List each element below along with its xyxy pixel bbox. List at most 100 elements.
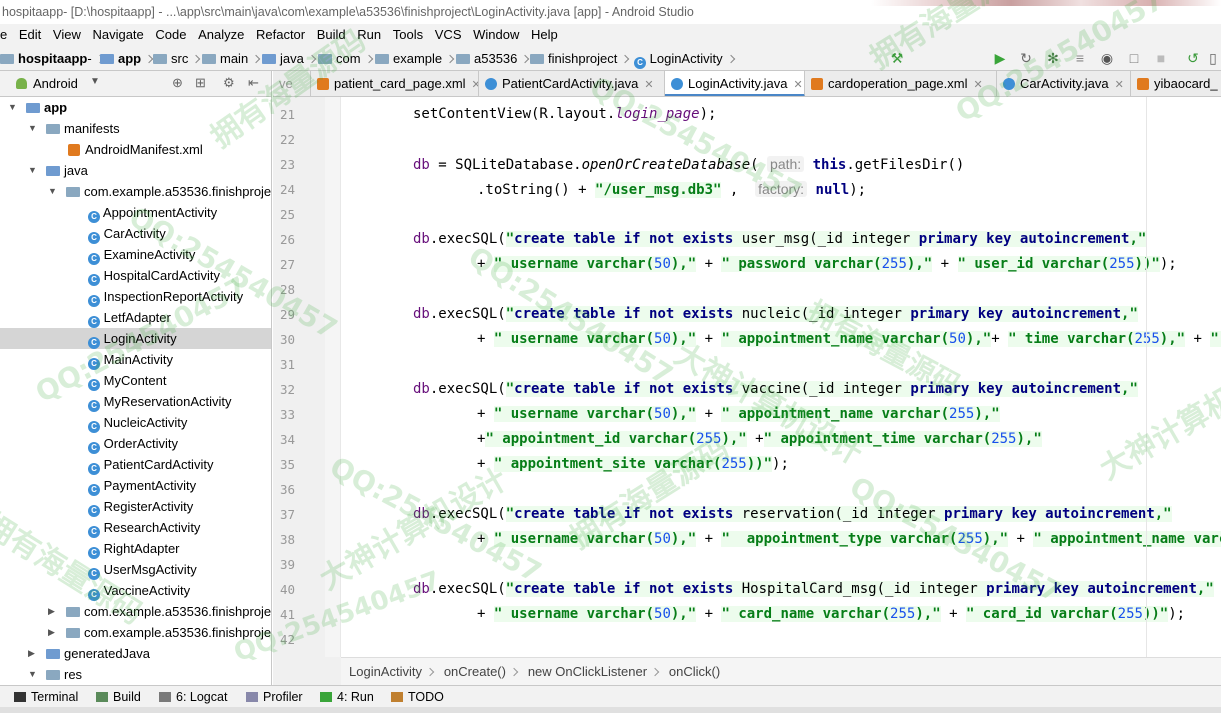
tree-node-res[interactable]: ▼ res xyxy=(0,664,271,685)
collapse-all-icon[interactable]: ⊞ xyxy=(195,75,206,91)
menu-vcs[interactable]: VCS xyxy=(431,24,466,46)
package-icon xyxy=(66,187,80,197)
editor-tab[interactable]: PatientCardActivity.java ✕ xyxy=(479,71,665,96)
tree-node-class[interactable]: C MyContent xyxy=(0,370,271,391)
device-icon[interactable]: □ xyxy=(1126,50,1142,66)
editor-crumb[interactable]: new OnClickListener xyxy=(528,664,647,679)
tree-node-manifests[interactable]: ▼ manifests xyxy=(0,118,271,139)
editor-tab[interactable]: CarActivity.java ✕ xyxy=(997,71,1131,96)
nav-crumb-example[interactable]: example xyxy=(375,46,455,71)
editor-tab[interactable]: cardoperation_page.xml ✕ xyxy=(805,71,997,96)
menu-edit[interactable]: Edit xyxy=(15,24,45,46)
chevron-down-icon[interactable]: ▼ xyxy=(8,97,17,118)
close-icon[interactable]: ✕ xyxy=(793,79,802,91)
tree-node-androidmanifest[interactable]: AndroidManifest.xml xyxy=(0,139,271,160)
tree-node-class-selected[interactable]: C LoginActivity xyxy=(0,328,271,349)
tree-node-class[interactable]: C LetfAdapter xyxy=(0,307,271,328)
tree-node-class[interactable]: C MainActivity xyxy=(0,349,271,370)
chevron-right-icon[interactable]: ▶ xyxy=(48,622,55,643)
nav-crumb-java[interactable]: java xyxy=(262,46,317,71)
profile-icon[interactable]: ≡ xyxy=(1072,50,1088,66)
chevron-down-icon[interactable]: ▼ xyxy=(48,181,57,202)
menu-run[interactable]: Run xyxy=(353,24,385,46)
nav-crumb-app[interactable]: app xyxy=(100,46,154,71)
tree-node-class[interactable]: C HospitalCardActivity xyxy=(0,265,271,286)
chevron-right-icon[interactable]: ▶ xyxy=(28,643,35,664)
menu-file[interactable]: e xyxy=(0,24,11,46)
run-icon[interactable]: ▶ xyxy=(992,50,1008,66)
menu-help[interactable]: Help xyxy=(527,24,562,46)
tree-node-class[interactable]: C NucleicActivity xyxy=(0,412,271,433)
gear-icon[interactable]: ⚙ xyxy=(223,75,235,91)
build-tool-button[interactable]: Build xyxy=(96,686,141,708)
editor-tab[interactable]: patient_card_page.xml✕ xyxy=(311,71,479,96)
attach-debugger-icon[interactable]: ◉ xyxy=(1099,50,1115,66)
tree-node-class[interactable]: C ExamineActivity xyxy=(0,244,271,265)
chevron-down-icon[interactable]: ▼ xyxy=(90,76,100,87)
tree-node-app[interactable]: ▼ app xyxy=(0,97,271,118)
tree-node-package[interactable]: ▼ com.example.a53536.finishproje xyxy=(0,181,271,202)
tree-node-package-collapsed[interactable]: ▶ com.example.a53536.finishproje xyxy=(0,622,271,643)
chevron-down-icon[interactable]: ▼ xyxy=(28,118,37,139)
debug-icon[interactable]: ✻ xyxy=(1045,50,1061,66)
menu-refactor[interactable]: Refactor xyxy=(252,24,309,46)
tree-node-class[interactable]: C UserMsgActivity xyxy=(0,559,271,580)
nav-crumb-loginactivity[interactable]: C LoginActivity xyxy=(634,46,735,71)
menu-navigate[interactable]: Navigate xyxy=(88,24,147,46)
project-view-label[interactable]: Android xyxy=(33,71,78,97)
tree-node-generatedjava[interactable]: ▶ generatedJava xyxy=(0,643,271,664)
chevron-down-icon[interactable]: ▼ xyxy=(28,664,37,685)
apply-changes-icon[interactable]: ↻ xyxy=(1018,50,1034,66)
editor-tab-active[interactable]: LoginActivity.java ✕ xyxy=(665,71,805,96)
tree-node-class[interactable]: C RegisterActivity xyxy=(0,496,271,517)
sync-icon[interactable]: ↺ xyxy=(1185,50,1201,66)
todo-tool-button[interactable]: TODO xyxy=(391,686,444,708)
close-icon[interactable]: ✕ xyxy=(472,79,478,91)
menu-analyze[interactable]: Analyze xyxy=(194,24,248,46)
hammer-icon[interactable]: ⚒ xyxy=(889,50,905,66)
nav-crumb-a53536[interactable]: a53536 xyxy=(456,46,530,71)
tree-node-class[interactable]: C VaccineActivity xyxy=(0,580,271,601)
tree-node-class[interactable]: C AppointmentActivity xyxy=(0,202,271,223)
nav-crumb-project[interactable]: hospitaapp- xyxy=(0,46,104,71)
close-icon[interactable]: ✕ xyxy=(1115,79,1124,91)
menu-window[interactable]: Window xyxy=(469,24,523,46)
editor-crumb[interactable]: LoginActivity xyxy=(349,664,422,679)
tree-node-class[interactable]: C MyReservationActivity xyxy=(0,391,271,412)
tree-node-class[interactable]: C ResearchActivity xyxy=(0,517,271,538)
profiler-tool-button[interactable]: Profiler xyxy=(246,686,303,708)
tree-node-package-collapsed[interactable]: ▶ com.example.a53536.finishproje xyxy=(0,601,271,622)
tree-node-class[interactable]: C PaymentActivity xyxy=(0,475,271,496)
menu-view[interactable]: View xyxy=(49,24,85,46)
nav-crumb-finishproject[interactable]: finishproject xyxy=(530,46,630,71)
tree-node-class[interactable]: C OrderActivity xyxy=(0,433,271,454)
close-icon[interactable]: ✕ xyxy=(973,79,982,91)
tree-node-class[interactable]: C InspectionReportActivity xyxy=(0,286,271,307)
avd-manager-icon[interactable]: ▯ xyxy=(1205,50,1221,66)
run-tool-button[interactable]: 4: Run xyxy=(320,686,374,708)
hide-panel-icon[interactable]: ⇤ xyxy=(248,75,259,91)
editor-tab[interactable]: yibaocard_ xyxy=(1131,71,1221,96)
nav-crumb-main[interactable]: main xyxy=(202,46,261,71)
locate-file-icon[interactable]: ⊕ xyxy=(172,75,183,91)
menu-tools[interactable]: Tools xyxy=(389,24,427,46)
chevron-down-icon[interactable]: ▼ xyxy=(28,160,37,181)
menu-code[interactable]: Code xyxy=(151,24,190,46)
editor-crumb[interactable]: onClick() xyxy=(669,664,720,679)
editor-tab-truncated[interactable]: ve xyxy=(273,71,311,96)
code-editor[interactable]: setContentView(R.layout.login_page); db … xyxy=(341,97,1221,657)
code-line-32: db.execSQL("create table if not exists v… xyxy=(413,381,1138,397)
tree-node-class[interactable]: C PatientCardActivity xyxy=(0,454,271,475)
chevron-right-icon[interactable]: ▶ xyxy=(48,601,55,622)
editor-crumb[interactable]: onCreate() xyxy=(444,664,506,679)
close-icon[interactable]: ✕ xyxy=(644,79,653,91)
tree-node-class[interactable]: C RightAdapter xyxy=(0,538,271,559)
tree-node-java[interactable]: ▼ java xyxy=(0,160,271,181)
stop-icon[interactable]: ■ xyxy=(1153,50,1169,66)
logcat-tool-button[interactable]: 6: Logcat xyxy=(159,686,227,708)
tree-node-class[interactable]: C CarActivity xyxy=(0,223,271,244)
nav-crumb-com[interactable]: com xyxy=(318,46,373,71)
menu-build[interactable]: Build xyxy=(313,24,350,46)
nav-crumb-src[interactable]: src xyxy=(153,46,201,71)
terminal-tool-button[interactable]: Terminal xyxy=(14,686,78,708)
